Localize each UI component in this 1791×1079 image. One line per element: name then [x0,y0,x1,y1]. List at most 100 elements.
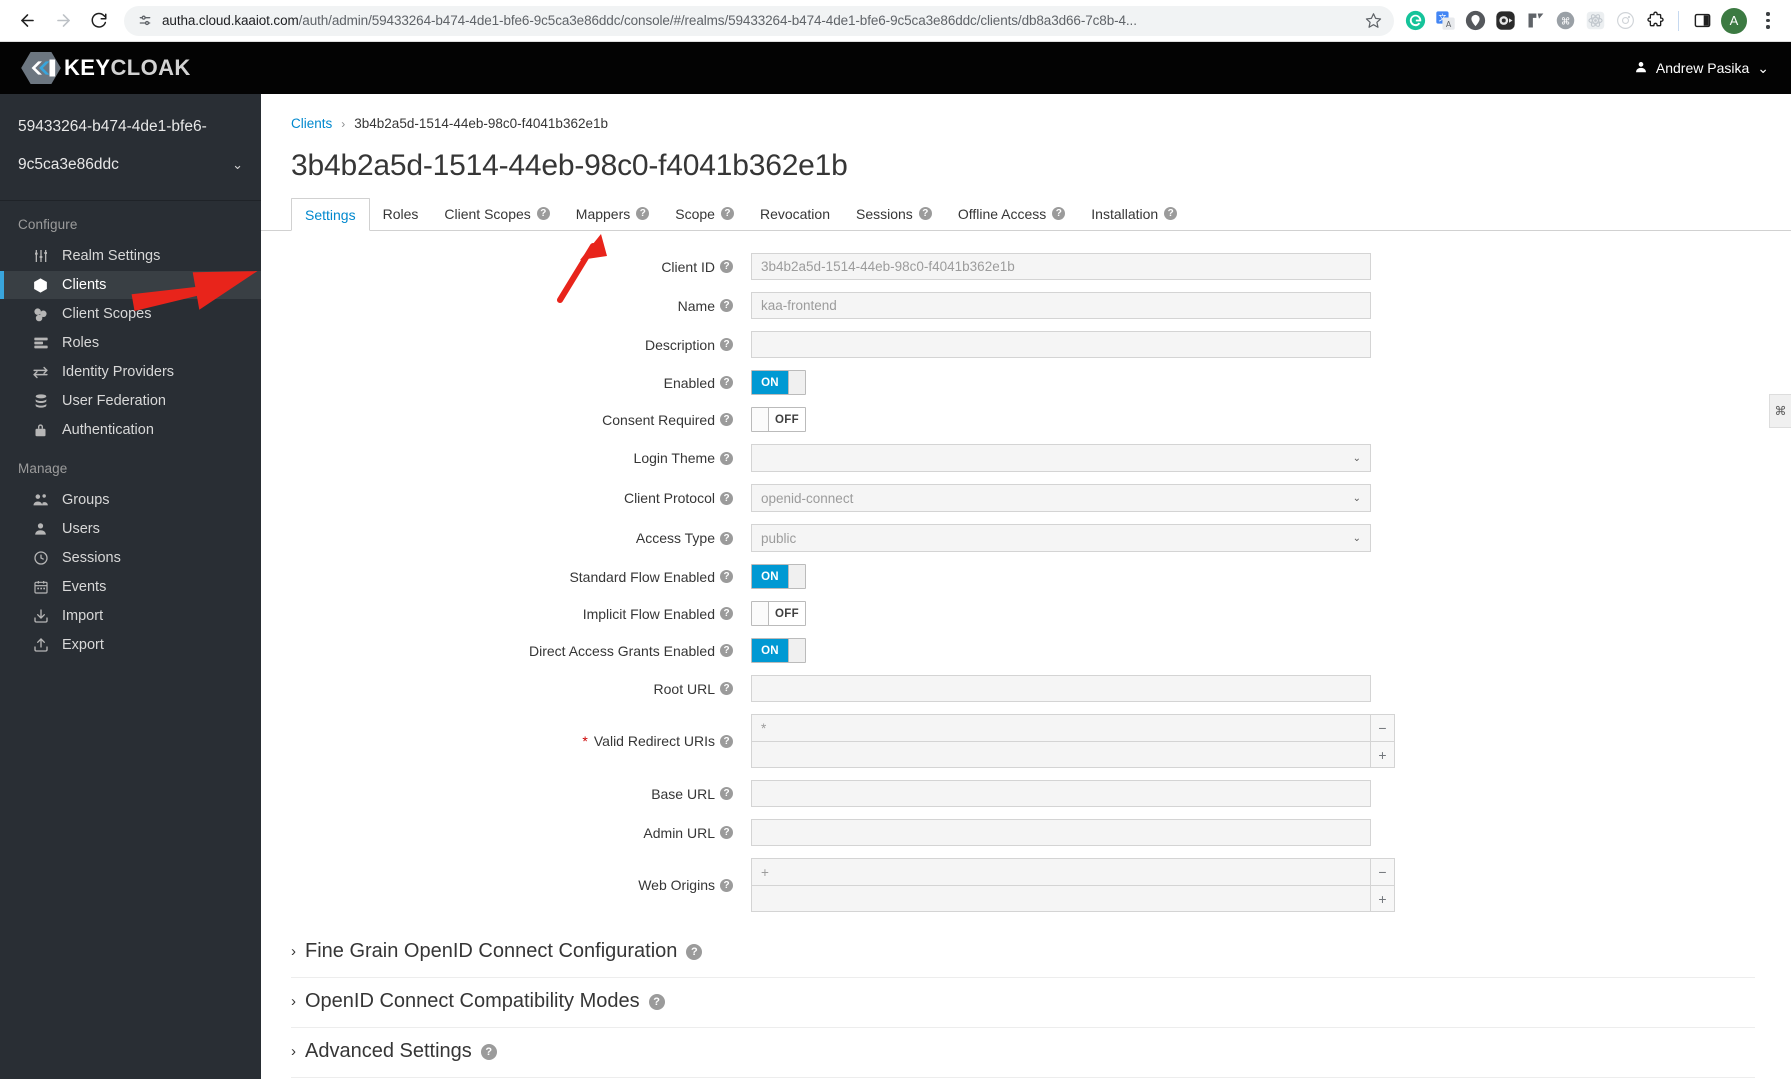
consent-required-toggle[interactable]: OFF [751,407,806,432]
access-type-select[interactable]: public ⌄ [751,524,1371,552]
sidebar-item-roles[interactable]: Roles [0,329,261,357]
browser-back-button[interactable] [10,4,44,38]
bookmark-star-icon[interactable] [1365,12,1382,29]
sidebar-item-realm-settings[interactable]: Realm Settings [0,242,261,270]
help-icon[interactable]: ? [918,207,932,220]
admin-url-input[interactable] [751,819,1371,846]
help-icon[interactable]: ? [720,260,733,273]
site-settings-icon[interactable] [137,13,153,29]
tab-sessions[interactable]: Sessions? [843,197,945,230]
target-extension-icon[interactable] [1614,10,1636,32]
valid-redirect-uris-input[interactable] [751,741,1371,768]
tab-revocation[interactable]: Revocation [747,197,843,230]
tab-scope[interactable]: Scope? [662,197,747,230]
sidebar-item-users[interactable]: Users [0,515,261,543]
video-recorder-extension-icon[interactable] [1494,10,1516,32]
edge-helper-widget[interactable]: ⌘ [1769,394,1791,428]
tab-label: Settings [305,206,356,223]
browser-forward-button[interactable] [46,4,80,38]
help-icon[interactable]: ? [720,644,733,657]
sidebar-item-export[interactable]: Export [0,631,261,659]
help-icon[interactable]: ? [720,451,733,465]
puzzle-extensions-icon[interactable] [1644,10,1666,32]
user-avatar-icon [1634,60,1648,77]
user-menu[interactable]: Andrew Pasika ⌄ [1634,60,1769,77]
sidebar-item-client-scopes[interactable]: Client Scopes [0,300,261,328]
field-label: Client ID? [291,259,751,275]
remove-value-button[interactable]: − [1371,714,1395,741]
command-extension-icon[interactable]: ⌘ [1554,10,1576,32]
login-theme-select[interactable]: ⌄ [751,444,1371,472]
help-icon[interactable]: ? [686,943,703,960]
arrow-corner-extension-icon[interactable] [1524,10,1546,32]
help-icon[interactable]: ? [720,878,733,892]
accordion-advanced-settings[interactable]: › Advanced Settings? [291,1028,1755,1078]
help-icon[interactable]: ? [720,376,733,389]
help-icon[interactable]: ? [648,993,665,1010]
side-panel-icon[interactable] [1691,10,1713,32]
help-icon[interactable]: ? [720,607,733,620]
browser-reload-button[interactable] [82,4,116,38]
help-icon[interactable]: ? [720,531,733,545]
sidebar-item-sessions[interactable]: Sessions [0,544,261,572]
tab-settings[interactable]: Settings [291,198,370,231]
implicit-flow-enabled-toggle[interactable]: OFF [751,601,806,626]
description-input[interactable] [751,331,1371,358]
tab-roles[interactable]: Roles [370,197,432,230]
web-origins-input[interactable] [751,885,1371,912]
tab-offline-access[interactable]: Offline Access? [945,197,1078,230]
accordion-openid-connect-compatibility-modes[interactable]: › OpenID Connect Compatibility Modes? [291,978,1755,1028]
client-protocol-select[interactable]: openid-connect ⌄ [751,484,1371,512]
client-id-input[interactable]: 3b4b2a5d-1514-44eb-98c0-f4041b362e1b [751,253,1371,280]
help-icon[interactable]: ? [720,570,733,583]
browser-menu-button[interactable] [1755,12,1781,29]
help-icon[interactable]: ? [720,734,733,748]
keycloak-logo[interactable]: KEYCLOAK [20,51,191,85]
help-icon[interactable]: ? [720,826,733,839]
add-value-button[interactable]: + [1371,885,1395,912]
tab-mappers[interactable]: Mappers? [563,197,662,230]
address-bar[interactable]: autha.cloud.kaaiot.com/auth/admin/594332… [124,5,1394,36]
help-icon[interactable]: ? [720,491,733,505]
breadcrumb-clients-link[interactable]: Clients [291,116,332,131]
grammarly-extension-icon[interactable] [1404,10,1426,32]
react-devtools-extension-icon[interactable] [1584,10,1606,32]
sidebar-item-identity-providers[interactable]: Identity Providers [0,358,261,386]
remove-value-button[interactable]: − [1371,858,1395,885]
location-pin-extension-icon[interactable] [1464,10,1486,32]
help-icon[interactable]: ? [720,299,733,312]
sidebar-item-user-federation[interactable]: User Federation [0,387,261,415]
tab-client-scopes[interactable]: Client Scopes? [431,197,562,230]
help-icon[interactable]: ? [720,787,733,800]
standard-flow-enabled-toggle[interactable]: ON [751,564,806,589]
web-origins-input[interactable]: + [751,858,1371,885]
sidebar-item-authentication[interactable]: Authentication [0,416,261,444]
name-input[interactable]: kaa-frontend [751,292,1371,319]
sidebar-item-clients[interactable]: Clients [0,271,261,299]
tab-installation[interactable]: Installation? [1078,197,1190,230]
base-url-input[interactable] [751,780,1371,807]
help-icon[interactable]: ? [480,1043,497,1060]
google-translate-extension-icon[interactable]: 文A [1434,10,1456,32]
help-icon[interactable]: ? [1052,207,1066,220]
help-icon[interactable]: ? [720,207,734,220]
help-icon[interactable]: ? [720,682,733,695]
help-icon[interactable]: ? [720,413,733,426]
valid-redirect-uris-input[interactable]: * [751,714,1371,741]
sidebar-item-import[interactable]: Import [0,602,261,630]
add-value-button[interactable]: + [1371,741,1395,768]
sidebar-item-events[interactable]: Events [0,573,261,601]
chevron-right-icon: › [291,1043,296,1060]
profile-avatar[interactable]: A [1721,7,1747,34]
accordion-fine-grain-openid-connect-configuration[interactable]: › Fine Grain OpenID Connect Configuration… [291,928,1755,978]
help-icon[interactable]: ? [720,338,733,351]
help-icon[interactable]: ? [636,207,650,220]
root-url-input[interactable] [751,675,1371,702]
direct-access-grants-enabled-toggle[interactable]: ON [751,638,806,663]
tab-label: Client Scopes [444,205,531,222]
enabled-toggle[interactable]: ON [751,370,806,395]
help-icon[interactable]: ? [536,207,550,220]
help-icon[interactable]: ? [1164,207,1178,220]
sidebar-item-groups[interactable]: Groups [0,486,261,514]
realm-selector[interactable]: 59433264-b474-4de1-bfe6- 9c5ca3e86ddc ⌄ [0,94,261,201]
